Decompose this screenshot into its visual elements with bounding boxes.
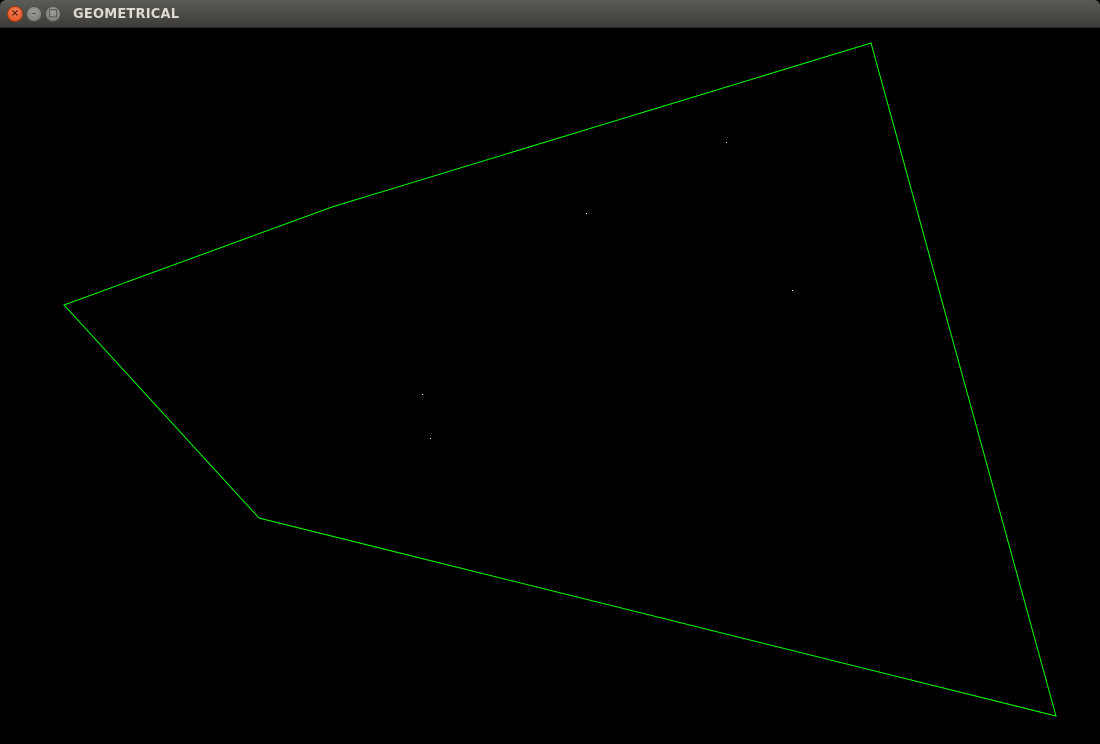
convex-hull-polygon [63, 42, 1057, 717]
drawing-canvas[interactable] [0, 28, 1100, 744]
interior-point [586, 213, 587, 214]
maximize-icon: □ [48, 8, 58, 19]
close-icon: × [10, 8, 20, 19]
app-window: × – □ GEOMETRICAL [0, 0, 1100, 744]
interior-point [726, 142, 727, 143]
minimize-icon: – [31, 8, 37, 19]
title-bar[interactable]: × – □ GEOMETRICAL [0, 0, 1100, 28]
maximize-button[interactable]: □ [45, 6, 61, 22]
window-title: GEOMETRICAL [73, 7, 180, 22]
close-button[interactable]: × [7, 6, 23, 22]
geometry-drawing [63, 42, 1057, 717]
interior-point [430, 438, 431, 439]
minimize-button[interactable]: – [26, 6, 42, 22]
interior-point [792, 290, 793, 291]
interior-point [422, 394, 423, 395]
